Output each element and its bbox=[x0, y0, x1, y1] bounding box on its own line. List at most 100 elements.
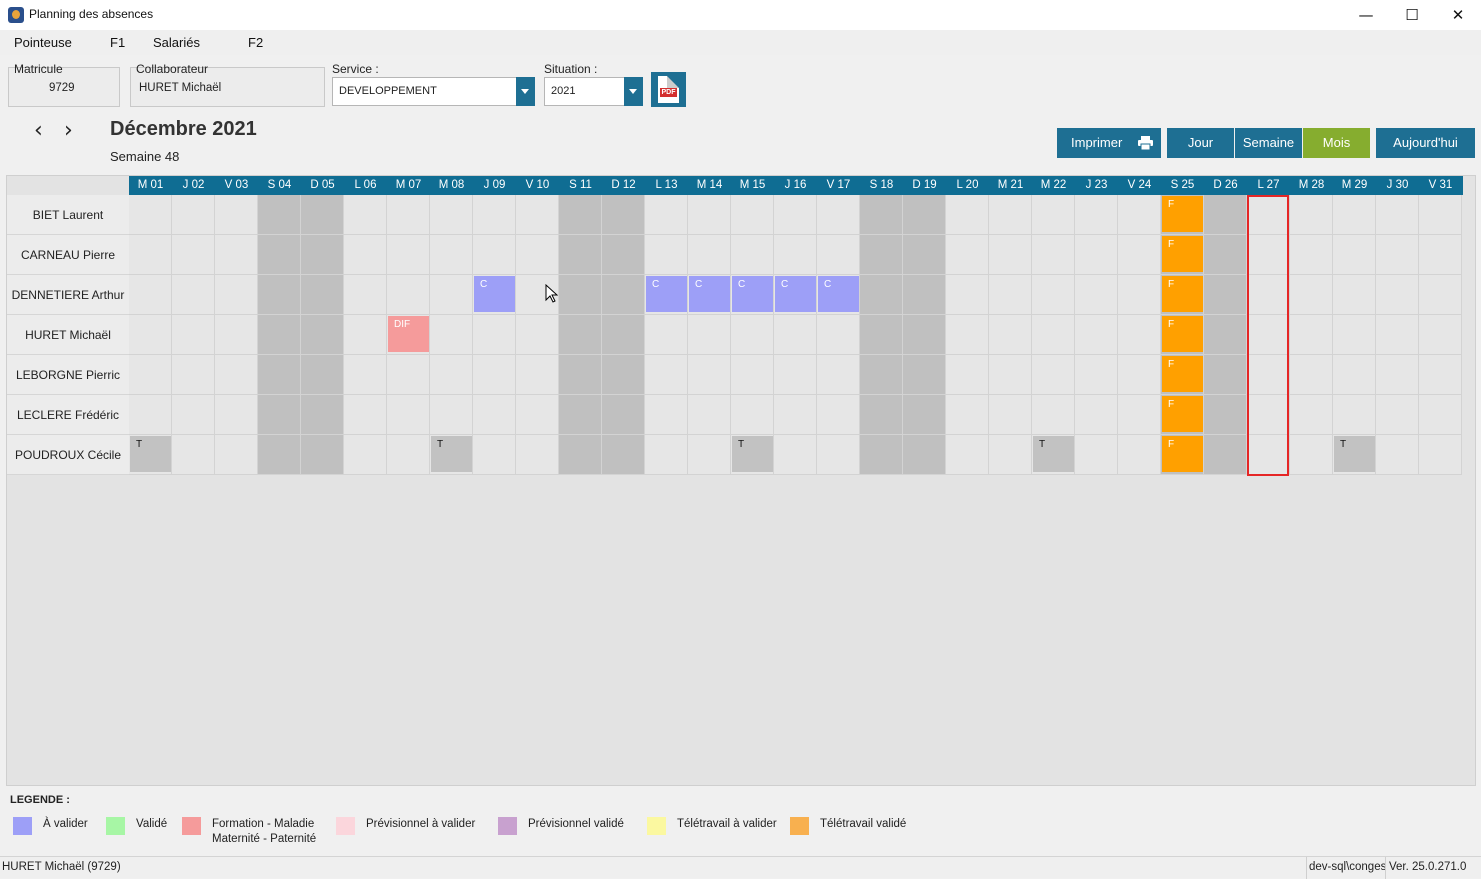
planning-cell[interactable] bbox=[817, 315, 860, 355]
planning-cell[interactable] bbox=[1376, 395, 1419, 435]
planning-cell[interactable] bbox=[1204, 395, 1247, 435]
planning-cell[interactable] bbox=[387, 275, 430, 315]
week-view-button[interactable]: Semaine bbox=[1235, 128, 1302, 158]
planning-cell[interactable] bbox=[602, 435, 645, 475]
planning-cell[interactable] bbox=[774, 195, 817, 235]
planning-cell[interactable] bbox=[1075, 435, 1118, 475]
planning-cell[interactable] bbox=[817, 195, 860, 235]
planning-cell[interactable] bbox=[1118, 275, 1161, 315]
planning-cell[interactable] bbox=[1204, 315, 1247, 355]
planning-cell[interactable] bbox=[817, 395, 860, 435]
planning-cell[interactable] bbox=[1290, 275, 1333, 315]
planning-cell[interactable] bbox=[1419, 195, 1462, 235]
planning-cell[interactable] bbox=[430, 315, 473, 355]
planning-cell[interactable] bbox=[1032, 355, 1075, 395]
planning-cell[interactable] bbox=[989, 275, 1032, 315]
planning-cell[interactable] bbox=[860, 395, 903, 435]
month-view-button[interactable]: Mois bbox=[1303, 128, 1370, 158]
planning-cell[interactable] bbox=[645, 315, 688, 355]
planning-cell[interactable] bbox=[301, 395, 344, 435]
planning-cell[interactable] bbox=[1118, 355, 1161, 395]
planning-cell[interactable] bbox=[1075, 315, 1118, 355]
close-icon[interactable]: ✕ bbox=[1435, 0, 1481, 30]
planning-cell[interactable] bbox=[989, 435, 1032, 475]
planning-cell[interactable] bbox=[688, 435, 731, 475]
planning-cell[interactable] bbox=[344, 435, 387, 475]
situation-select[interactable]: 2021 bbox=[544, 77, 643, 106]
planning-cell[interactable] bbox=[1376, 315, 1419, 355]
planning-cell[interactable] bbox=[215, 195, 258, 235]
employee-name[interactable]: HURET Michaël bbox=[7, 315, 129, 355]
absence-event[interactable]: F bbox=[1162, 276, 1203, 312]
planning-cell[interactable] bbox=[774, 355, 817, 395]
planning-cell[interactable] bbox=[1118, 235, 1161, 275]
planning-cell[interactable] bbox=[903, 275, 946, 315]
planning-cell[interactable] bbox=[516, 435, 559, 475]
planning-cell[interactable] bbox=[946, 235, 989, 275]
employee-name[interactable]: DENNETIERE Arthur bbox=[7, 275, 129, 315]
planning-cell[interactable] bbox=[1376, 235, 1419, 275]
planning-cell[interactable] bbox=[129, 315, 172, 355]
planning-cell[interactable] bbox=[1032, 235, 1075, 275]
planning-cell[interactable] bbox=[946, 195, 989, 235]
planning-cell[interactable] bbox=[344, 235, 387, 275]
planning-cell[interactable] bbox=[1290, 195, 1333, 235]
pdf-export-button[interactable]: PDF bbox=[651, 72, 686, 107]
planning-cell[interactable] bbox=[731, 235, 774, 275]
planning-cell[interactable] bbox=[903, 395, 946, 435]
planning-cell[interactable] bbox=[215, 435, 258, 475]
planning-cell[interactable] bbox=[1075, 395, 1118, 435]
planning-cell[interactable] bbox=[688, 395, 731, 435]
planning-cell[interactable] bbox=[258, 235, 301, 275]
planning-cell[interactable] bbox=[1333, 315, 1376, 355]
planning-cell[interactable] bbox=[172, 355, 215, 395]
planning-cell[interactable] bbox=[1290, 315, 1333, 355]
planning-cell[interactable] bbox=[172, 435, 215, 475]
planning-cell[interactable] bbox=[559, 315, 602, 355]
planning-cell[interactable] bbox=[860, 315, 903, 355]
planning-cell[interactable] bbox=[1075, 195, 1118, 235]
planning-cell[interactable] bbox=[817, 435, 860, 475]
planning-cell[interactable] bbox=[258, 355, 301, 395]
planning-cell[interactable] bbox=[344, 315, 387, 355]
planning-cell[interactable] bbox=[559, 395, 602, 435]
planning-cell[interactable] bbox=[473, 395, 516, 435]
planning-cell[interactable] bbox=[344, 355, 387, 395]
planning-cell[interactable] bbox=[430, 275, 473, 315]
planning-cell[interactable] bbox=[387, 395, 430, 435]
planning-cell[interactable] bbox=[473, 315, 516, 355]
absence-event[interactable]: T bbox=[130, 436, 171, 472]
planning-cell[interactable] bbox=[1419, 435, 1462, 475]
planning-cell[interactable] bbox=[215, 315, 258, 355]
today-button[interactable]: Aujourd'hui bbox=[1376, 128, 1475, 158]
planning-cell[interactable] bbox=[172, 235, 215, 275]
planning-cell[interactable] bbox=[1333, 355, 1376, 395]
planning-cell[interactable] bbox=[1333, 275, 1376, 315]
absence-event[interactable]: C bbox=[689, 276, 730, 312]
absence-event[interactable]: C bbox=[474, 276, 515, 312]
planning-cell[interactable] bbox=[946, 315, 989, 355]
planning-cell[interactable] bbox=[1204, 435, 1247, 475]
planning-cell[interactable] bbox=[688, 315, 731, 355]
planning-cell[interactable] bbox=[1419, 315, 1462, 355]
planning-cell[interactable] bbox=[1290, 435, 1333, 475]
planning-cell[interactable] bbox=[1204, 355, 1247, 395]
planning-cell[interactable] bbox=[172, 275, 215, 315]
planning-cell[interactable] bbox=[946, 435, 989, 475]
planning-cell[interactable] bbox=[602, 395, 645, 435]
planning-cell[interactable] bbox=[602, 195, 645, 235]
planning-cell[interactable] bbox=[387, 235, 430, 275]
planning-cell[interactable] bbox=[301, 315, 344, 355]
planning-cell[interactable] bbox=[516, 195, 559, 235]
planning-cell[interactable] bbox=[817, 355, 860, 395]
planning-cell[interactable] bbox=[645, 355, 688, 395]
planning-cell[interactable] bbox=[688, 355, 731, 395]
planning-cell[interactable] bbox=[1118, 195, 1161, 235]
planning-cell[interactable] bbox=[258, 195, 301, 235]
planning-cell[interactable] bbox=[473, 195, 516, 235]
planning-cell[interactable] bbox=[1419, 235, 1462, 275]
planning-cell[interactable] bbox=[172, 315, 215, 355]
employee-name[interactable]: LEBORGNE Pierric bbox=[7, 355, 129, 395]
planning-cell[interactable] bbox=[903, 235, 946, 275]
planning-cell[interactable] bbox=[215, 395, 258, 435]
